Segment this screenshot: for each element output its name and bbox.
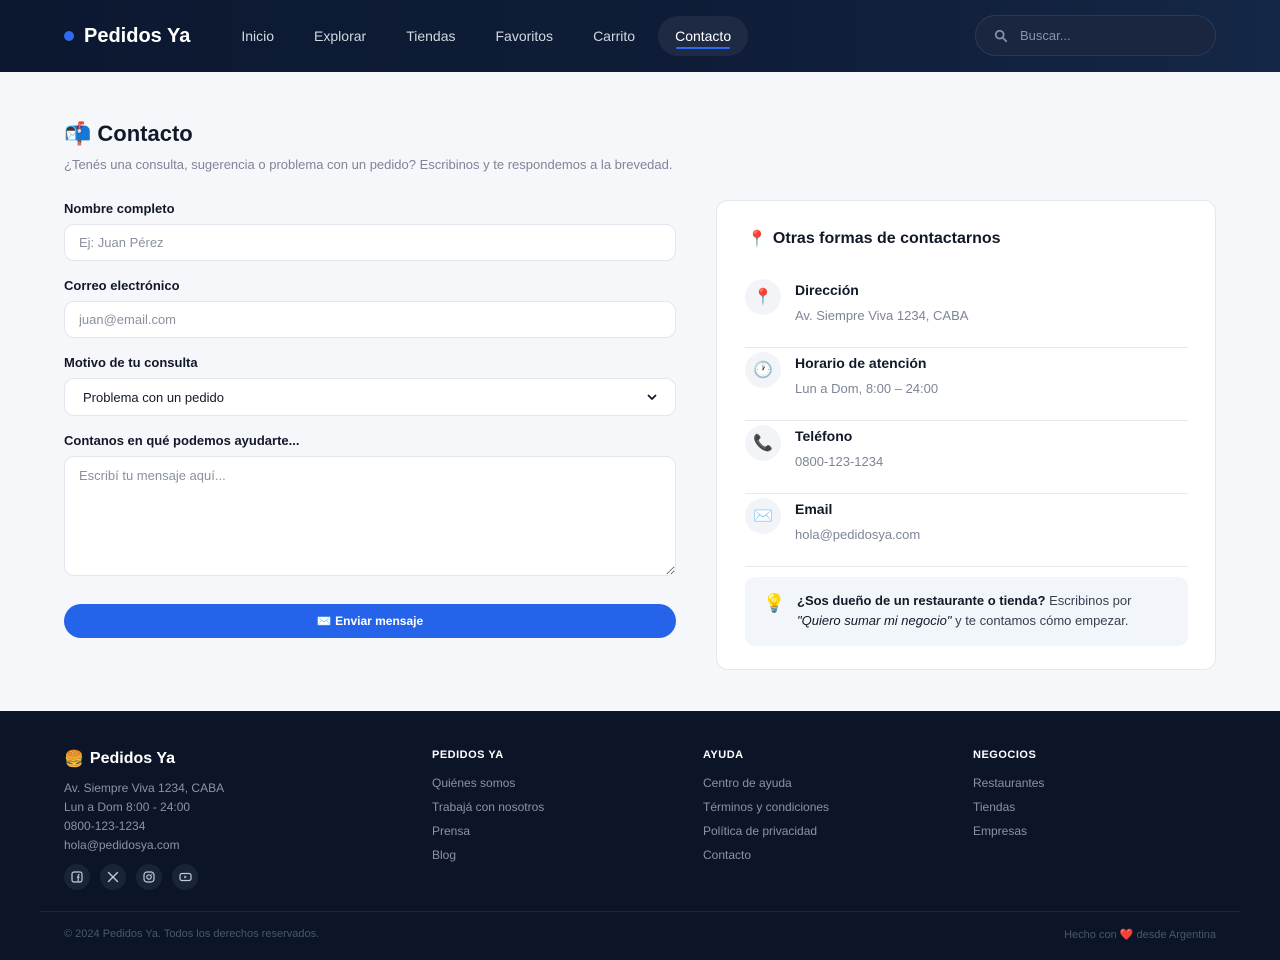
contact-item-value: Lun a Dom, 8:00 – 24:00 (795, 381, 939, 396)
message-field[interactable] (64, 456, 676, 576)
email-label: Correo electrónico (64, 278, 180, 293)
contact-item-value[interactable]: 0800-123-1234 (795, 454, 883, 469)
lightbulb-icon: 💡 (763, 593, 786, 613)
main-content: 📬 Contacto ¿Tenés una consulta, sugerenc… (0, 72, 1280, 711)
site-footer: 🍔 Pedidos Ya Av. Siempre Viva 1234, CABA… (0, 711, 1280, 960)
footer-link[interactable]: Blog (432, 847, 544, 863)
facebook-icon[interactable] (64, 864, 90, 890)
footer-brand: 🍔 Pedidos Ya (64, 749, 175, 769)
contact-item-title: Email (795, 501, 833, 517)
nav-item-inicio[interactable]: Inicio (224, 16, 291, 56)
footer-brand-name: Pedidos Ya (89, 750, 175, 767)
contact-card-title-text: Otras formas de contactarnos (772, 230, 1001, 247)
nav-item-favoritos[interactable]: Favoritos (478, 16, 570, 56)
footer-link[interactable]: Empresas (973, 823, 1044, 839)
tip-text: Escribinos por (1045, 593, 1132, 608)
chevron-down-icon (647, 394, 657, 400)
nav-item-contacto[interactable]: Contacto (658, 16, 749, 56)
contact-item-title: Teléfono (795, 428, 853, 444)
footer-col-ayuda: AYUDA Centro de ayuda Términos y condici… (703, 749, 829, 871)
phone-icon: 📞 (745, 425, 781, 461)
name-label: Nombre completo (64, 201, 175, 216)
envelope-icon: ✉️ (745, 498, 781, 534)
footer-link[interactable]: Quiénes somos (432, 775, 544, 791)
footer-link[interactable]: Restaurantes (973, 775, 1044, 791)
brand-dot-icon (64, 31, 74, 41)
footer-link[interactable]: Trabajá con nosotros (432, 799, 544, 815)
top-nav-bar: Pedidos Ya Inicio Explorar Tiendas Favor… (0, 0, 1280, 72)
footer-link[interactable]: Centro de ayuda (703, 775, 829, 791)
contact-form: Nombre completo Correo electrónico Motiv… (64, 201, 676, 581)
page-subtitle: ¿Tenés una consulta, sugerencia o proble… (64, 157, 673, 172)
contact-item-value: Av. Siempre Viva 1234, CABA (795, 308, 969, 323)
footer-link[interactable]: Términos y condiciones (703, 799, 829, 815)
contact-item-address: 📍 Dirección Av. Siempre Viva 1234, CABA (745, 275, 1188, 348)
social-links (64, 864, 198, 890)
contact-item-phone: 📞 Teléfono 0800-123-1234 (745, 421, 1188, 494)
send-message-button[interactable]: ✉️ Enviar mensaje (64, 604, 676, 638)
page-title-text: Contacto (97, 121, 193, 146)
instagram-icon[interactable] (136, 864, 162, 890)
footer-hours: Lun a Dom 8:00 - 24:00 (64, 800, 191, 814)
brand-name: Pedidos Ya (84, 24, 191, 47)
footer-link[interactable]: Política de privacidad (703, 823, 829, 839)
mailbox-icon: 📬 (64, 121, 92, 146)
footer-link[interactable]: Contacto (703, 847, 829, 863)
contact-info-card: 📍 Otras formas de contactarnos 📍 Direcci… (716, 200, 1216, 670)
footer-phone: 0800-123-1234 (64, 819, 146, 833)
footer-link[interactable]: Prensa (432, 823, 544, 839)
reason-label: Motivo de tu consulta (64, 355, 198, 370)
footer-divider (40, 911, 1240, 912)
contact-item-email: ✉️ Email hola@pedidosya.com (745, 494, 1188, 567)
burger-icon: 🍔 (64, 751, 84, 768)
footer-col-title: PEDIDOS YA (432, 749, 504, 761)
made-with-love: Hecho con ❤️ desde Argentina (1064, 929, 1216, 941)
footer-link[interactable]: Tiendas (973, 799, 1044, 815)
brand-logo[interactable]: Pedidos Ya (64, 25, 190, 48)
business-tip: 💡 ¿Sos dueño de un restaurante o tienda?… (745, 577, 1188, 646)
nav-item-explorar[interactable]: Explorar (297, 16, 383, 56)
nav-item-tiendas[interactable]: Tiendas (389, 16, 472, 56)
message-label: Contanos en qué podemos ayudarte... (64, 433, 300, 448)
footer-contact-info: Av. Siempre Viva 1234, CABA Lun a Dom 8:… (64, 779, 224, 855)
search-box[interactable] (975, 15, 1216, 56)
footer-address: Av. Siempre Viva 1234, CABA (64, 781, 225, 795)
tip-bold-text: ¿Sos dueño de un restaurante o tienda? (797, 593, 1046, 608)
contact-item-value[interactable]: hola@pedidosya.com (795, 527, 920, 542)
name-field[interactable] (64, 224, 676, 261)
main-nav: Inicio Explorar Tiendas Favoritos Carrit… (224, 16, 749, 56)
email-field[interactable] (64, 301, 676, 338)
contact-item-title: Horario de atención (795, 355, 927, 371)
copyright: © 2024 Pedidos Ya. Todos los derechos re… (64, 928, 320, 940)
reason-select-value: Problema con un pedido (83, 389, 224, 405)
contact-item-hours: 🕐 Horario de atención Lun a Dom, 8:00 – … (745, 348, 1188, 421)
footer-col-title: NEGOCIOS (973, 749, 1037, 761)
search-icon (994, 29, 1008, 42)
clock-icon: 🕐 (745, 352, 781, 388)
footer-col-negocios: NEGOCIOS Restaurantes Tiendas Empresas (973, 749, 1044, 847)
contact-item-title: Dirección (795, 282, 859, 298)
youtube-icon[interactable] (172, 864, 198, 890)
x-twitter-icon[interactable] (100, 864, 126, 890)
reason-select[interactable]: Problema con un pedido (64, 378, 676, 416)
nav-item-carrito[interactable]: Carrito (576, 16, 652, 56)
pin-icon: 📍 (747, 231, 767, 248)
footer-col-title: AYUDA (703, 749, 744, 761)
tip-text-end: y te contamos cómo empezar. (951, 613, 1129, 628)
footer-email: hola@pedidosya.com (64, 838, 180, 852)
search-input[interactable] (1020, 28, 1180, 43)
pin-icon: 📍 (745, 279, 781, 315)
footer-col-pedidos-ya: PEDIDOS YA Quiénes somos Trabajá con nos… (432, 749, 544, 871)
page-title: 📬 Contacto (64, 121, 193, 147)
tip-italic-text: "Quiero sumar mi negocio" (797, 613, 952, 628)
contact-card-title: 📍 Otras formas de contactarnos (747, 229, 1001, 249)
